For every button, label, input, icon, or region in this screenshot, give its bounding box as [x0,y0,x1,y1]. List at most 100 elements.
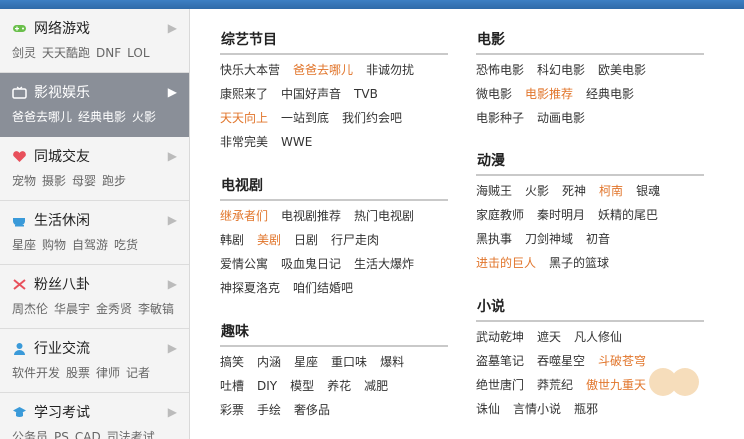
sidebar-item-2[interactable]: 同城交友 ▶ 宠物 摄影 母婴 跑步 [0,137,189,201]
category-link[interactable]: 傲世九重天 [586,378,646,392]
category-link[interactable]: 日剧 [294,233,318,247]
category-link[interactable]: 斗破苍穹 [598,354,646,368]
category-link[interactable]: 咱们结婚吧 [293,281,353,295]
sidebar-item-6[interactable]: 学习考试 ▶ 公务员 PS CAD 司法考试 [0,393,189,439]
category-link[interactable]: 电影种子 [476,111,524,125]
category-link[interactable]: 非常完美 [220,135,268,149]
category-link[interactable]: 吐槽 [220,379,244,393]
category-link[interactable]: TVB [354,87,378,101]
category-link[interactable]: 生活大爆炸 [354,257,414,271]
sidebar-sub-link[interactable]: 司法考试 [107,430,155,439]
category-link[interactable]: 模型 [290,379,314,393]
category-link[interactable]: 秦时明月 [537,208,585,222]
category-link[interactable]: 韩剧 [220,233,244,247]
category-link[interactable]: 我们约会吧 [342,111,402,125]
category-link[interactable]: DIY [257,379,277,393]
category-link[interactable]: 言情小说 [513,402,561,416]
sidebar-sub-link[interactable]: 公务员 [12,430,48,439]
sidebar-sub-link[interactable]: 经典电影 [78,110,126,124]
category-link[interactable]: 行尸走肉 [331,233,379,247]
sidebar-sub-link[interactable]: 金秀贤 [96,302,132,316]
category-link[interactable]: 瓶邪 [574,402,598,416]
sidebar-sub-link[interactable]: 华晨宇 [54,302,90,316]
category-link[interactable]: 电视剧推荐 [281,209,341,223]
sidebar-sub-link[interactable]: PS [54,430,69,439]
category-link[interactable]: 天天向上 [220,111,268,125]
category-link[interactable]: 盗墓笔记 [476,354,524,368]
category-link[interactable]: 继承者们 [220,209,268,223]
category-link[interactable]: 银魂 [636,184,660,198]
category-link[interactable]: 爱情公寓 [220,257,268,271]
sidebar-sub-link[interactable]: 跑步 [102,174,126,188]
category-link[interactable]: 一站到底 [281,111,329,125]
category-link[interactable]: 莽荒纪 [537,378,573,392]
category-link[interactable]: 奢侈品 [294,403,330,417]
category-link[interactable]: 武动乾坤 [476,330,524,344]
category-link[interactable]: 科幻电影 [537,63,585,77]
category-link[interactable]: 诛仙 [476,402,500,416]
category-link[interactable]: 欧美电影 [598,63,646,77]
category-link[interactable]: 吞噬星空 [537,354,585,368]
category-link[interactable]: 恐怖电影 [476,63,524,77]
sidebar-item-1[interactable]: 影视娱乐 ▶ 爸爸去哪儿 经典电影 火影 [0,73,189,137]
category-link[interactable]: 电影推荐 [525,87,573,101]
category-link[interactable]: 海贼王 [476,184,512,198]
category-link[interactable]: 柯南 [599,184,623,198]
category-link[interactable]: 家庭教师 [476,208,524,222]
sidebar-sub-link[interactable]: 爸爸去哪儿 [12,110,72,124]
sidebar-sub-link[interactable]: 吃货 [114,238,138,252]
sidebar-sub-link[interactable]: 购物 [42,238,66,252]
sidebar-sub-link[interactable]: 记者 [126,366,150,380]
category-link[interactable]: 进击的巨人 [476,256,536,270]
sidebar-sub-link[interactable]: 母婴 [72,174,96,188]
sidebar-sub-link[interactable]: 天天酷跑 [42,46,90,60]
category-link[interactable]: 火影 [525,184,549,198]
category-link[interactable]: 养花 [327,379,351,393]
category-link[interactable]: 黑执事 [476,232,512,246]
category-link[interactable]: 热门电视剧 [354,209,414,223]
category-link[interactable]: 微电影 [476,87,512,101]
sidebar-sub-link[interactable]: 火影 [132,110,156,124]
category-link[interactable]: 重口味 [331,355,367,369]
category-link[interactable]: 彩票 [220,403,244,417]
sidebar-sub-link[interactable]: 股票 [66,366,90,380]
sidebar-sub-link[interactable]: 自驾游 [72,238,108,252]
sidebar-sub-link[interactable]: 李敏镐 [138,302,174,316]
category-link[interactable]: 内涵 [257,355,281,369]
sidebar-sub-link[interactable]: 软件开发 [12,366,60,380]
category-link[interactable]: 星座 [294,355,318,369]
sidebar-sub-link[interactable]: 剑灵 [12,46,36,60]
sidebar-sub-link[interactable]: 星座 [12,238,36,252]
category-link[interactable]: 爸爸去哪儿 [293,63,353,77]
category-link[interactable]: 减肥 [364,379,388,393]
category-link[interactable]: 凡人修仙 [574,330,622,344]
category-link[interactable]: WWE [281,135,312,149]
category-link[interactable]: 搞笑 [220,355,244,369]
sidebar-sub-link[interactable]: 摄影 [42,174,66,188]
sidebar-item-5[interactable]: 行业交流 ▶ 软件开发 股票 律师 记者 [0,329,189,393]
category-link[interactable]: 动画电影 [537,111,585,125]
category-link[interactable]: 非诚勿扰 [366,63,414,77]
category-link[interactable]: 刀剑神域 [525,232,573,246]
category-link[interactable]: 手绘 [257,403,281,417]
sidebar-sub-link[interactable]: CAD [75,430,101,439]
sidebar-item-0[interactable]: 网络游戏 ▶ 剑灵 天天酷跑 DNF LOL [0,9,189,73]
category-link[interactable]: 黑子的篮球 [549,256,609,270]
category-link[interactable]: 快乐大本营 [220,63,280,77]
category-link[interactable]: 神探夏洛克 [220,281,280,295]
sidebar-item-3[interactable]: 生活休闲 ▶ 星座 购物 自驾游 吃货 [0,201,189,265]
category-link[interactable]: 美剧 [257,233,281,247]
category-link[interactable]: 死神 [562,184,586,198]
category-link[interactable]: 妖精的尾巴 [598,208,658,222]
category-link[interactable]: 吸血鬼日记 [281,257,341,271]
sidebar-sub-link[interactable]: 宠物 [12,174,36,188]
category-link[interactable]: 康熙来了 [220,87,268,101]
sidebar-sub-link[interactable]: 律师 [96,366,120,380]
category-link[interactable]: 爆料 [380,355,404,369]
sidebar-item-4[interactable]: 粉丝八卦 ▶ 周杰伦 华晨宇 金秀贤 李敏镐 [0,265,189,329]
category-link[interactable]: 初音 [586,232,610,246]
category-link[interactable]: 经典电影 [586,87,634,101]
category-link[interactable]: 绝世唐门 [476,378,524,392]
sidebar-sub-link[interactable]: 周杰伦 [12,302,48,316]
category-link[interactable]: 中国好声音 [281,87,341,101]
